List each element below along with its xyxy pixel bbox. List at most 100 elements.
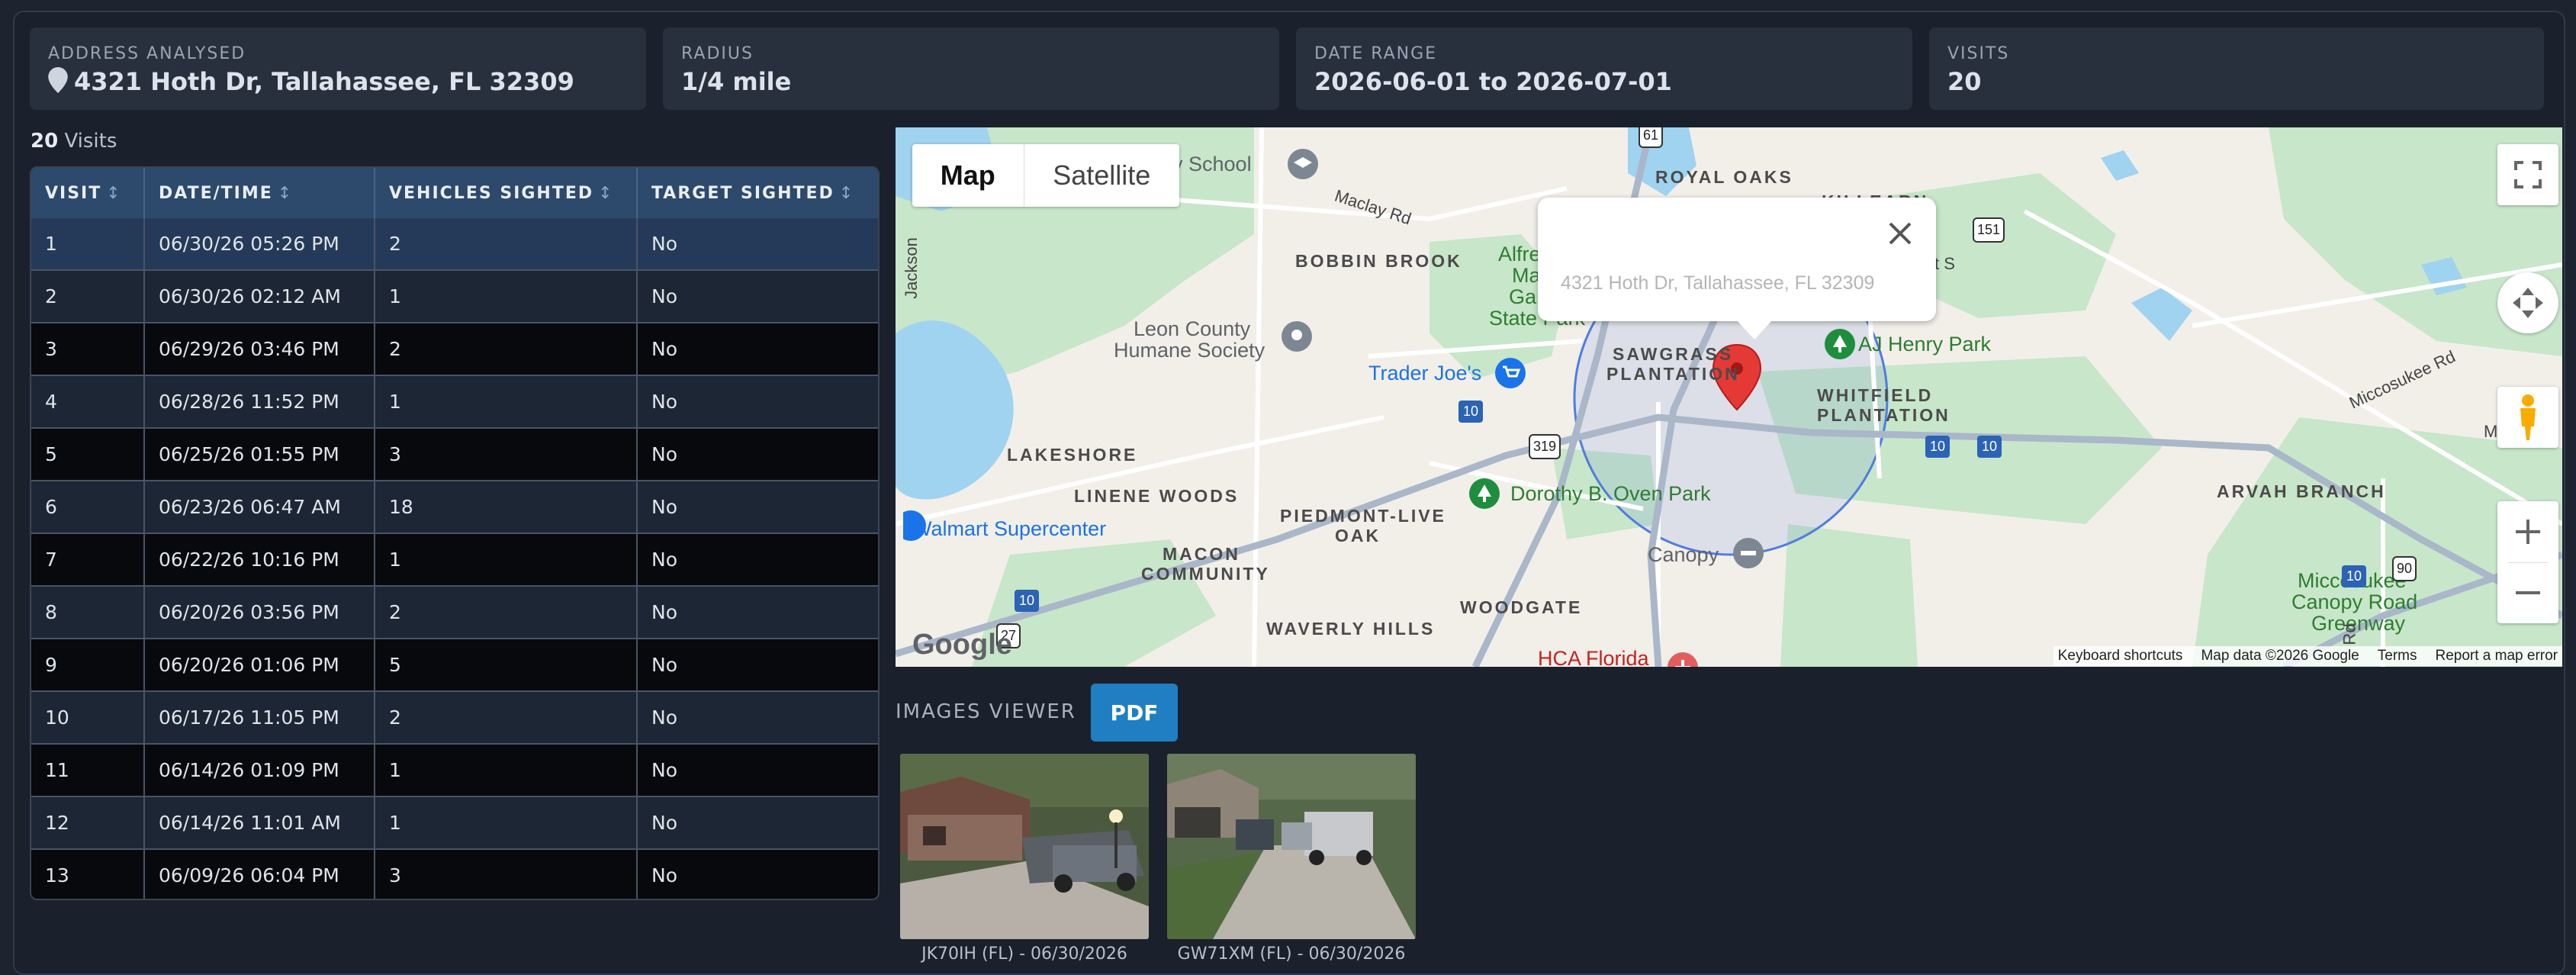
table-row[interactable]: 10 06/17/26 11:05 PM 2 No [31,691,878,745]
sort-icon: ↕ [277,183,294,203]
zoom-in-button[interactable] [2497,501,2558,562]
table-row[interactable]: 5 06/25/26 01:55 PM 3 No [31,428,878,481]
cell-datetime: 06/20/26 01:06 PM [144,639,375,692]
shopping-icon [903,510,926,541]
table-row[interactable]: 13 06/09/26 06:04 PM 3 No [31,849,878,899]
street-view-pegman[interactable] [2497,387,2558,448]
table-row[interactable]: 6 06/23/26 06:47 AM 18 No [31,481,878,534]
cell-target: No [637,533,878,587]
shopping-cart-icon [1495,358,1526,388]
cell-vehicles: 3 [375,428,638,481]
map-pin-icon [48,67,68,93]
address-label: ADDRESS ANALYSED [48,44,246,63]
map-label-piedmont: PIEDMONT-LIVE [1280,506,1446,526]
map-label-oak: OAK [1335,526,1381,545]
image-caption: JK70IH (FL) - 06/30/2026 [921,944,1127,964]
cell-target: No [637,323,878,376]
cell-vehicles: 5 [375,639,638,692]
cell-target: No [637,270,878,323]
map-poi-aj-henry-park: AJ Henry Park [1858,333,1992,356]
info-window: 4321 Hoth Dr, Tallahassee, FL 32309 [1538,198,1936,339]
cell-visit: 9 [31,639,145,692]
sort-icon: ↕ [106,183,122,203]
table-row[interactable]: 9 06/20/26 01:06 PM 5 No [31,639,878,692]
cell-vehicles: 3 [375,849,638,899]
table-row[interactable]: 12 06/14/26 11:01 AM 1 No [31,796,878,850]
column-header-target[interactable]: TARGET SIGHTED ↕ [637,168,878,218]
pdf-button[interactable]: PDF [1091,684,1178,742]
cell-target: No [637,586,878,639]
cell-visit: 6 [31,481,145,534]
column-header-label: VISIT [45,183,102,203]
cell-visit: 4 [31,375,145,429]
radius-value: 1/4 mile [681,67,792,96]
visits-value: 20 [1947,67,1982,96]
map-road-st: t S [1934,254,1955,273]
map-type-satellite-button[interactable]: Satellite [1024,144,1179,207]
map-poi-walmart: Walmart Supercenter [912,517,1107,540]
cell-target: No [637,481,878,534]
cell-target: No [637,375,878,429]
map-type-map-button[interactable]: Map [912,144,1024,207]
table-header-row: VISIT ↕ DATE/TIME ↕ VEHICLES SIGHTED ↕ TARG… [31,168,878,218]
map-label-community: COMMUNITY [1141,564,1270,584]
column-header-label: TARGET SIGHTED [651,183,835,203]
report-map-error-link[interactable]: Report a map error [2435,648,2558,664]
table-row[interactable]: 2 06/30/26 02:12 AM 1 No [31,270,878,323]
table-row[interactable]: 8 06/20/26 03:56 PM 2 No [31,586,878,639]
cell-vehicles: 1 [375,744,638,797]
state-route-shield: 151 [1973,217,2005,243]
map-label-whitfield-plantation: PLANTATION [1817,405,1950,425]
cell-visit: 5 [31,428,145,481]
terms-link[interactable]: Terms [2378,648,2417,664]
cell-datetime: 06/14/26 01:09 PM [144,744,375,797]
date-range-card: DATE RANGE 2026-06-01 to 2026-07-01 [1296,27,1912,110]
info-window-address: 4321 Hoth Dr, Tallahassee, FL 32309 [1561,272,1875,294]
cell-datetime: 06/23/26 06:47 AM [144,481,375,534]
map-label-linene-woods: LINENE WOODS [1074,486,1240,506]
cell-vehicles: 1 [375,533,638,587]
map-poi-hca-florida: HCA Florida [1538,647,1649,668]
date-range-label: DATE RANGE [1314,44,1438,63]
map-view[interactable]: ROYAL OAKS KILLEARN BOBBIN BROOK SAWGRAS… [896,127,2562,667]
map-poi-miccosukee-2: Canopy Road [2291,590,2418,613]
camera-control-button[interactable] [2497,272,2558,333]
state-route-shield: 61 [1639,127,1664,148]
map-poi-humane-1: Leon County [1134,317,1251,340]
image-thumbnail[interactable] [1167,754,1416,939]
fullscreen-button[interactable] [2497,144,2558,205]
visits-count-number: 20 [31,130,59,153]
cell-target: No [637,796,878,850]
cell-target: No [637,691,878,745]
sort-icon: ↕ [838,183,855,203]
close-button[interactable] [1887,220,1913,249]
cell-visit: 13 [31,849,145,899]
zoom-out-button[interactable] [2497,562,2558,623]
column-header-visit[interactable]: VISIT ↕ [31,168,145,218]
zoom-control [2497,501,2558,623]
map-label-macon: MACON [1163,544,1240,564]
table-row[interactable]: 1 06/30/26 05:26 PM 2 No [31,218,878,271]
table-row[interactable]: 3 06/29/26 03:46 PM 2 No [31,323,878,376]
cell-visit: 11 [31,744,145,797]
cell-visit: 1 [31,218,145,271]
minus-icon [2516,591,2540,594]
cell-target: No [637,218,878,271]
map-label-waverly-hills: WAVERLY HILLS [1266,619,1436,639]
interstate-shield: 10 [1458,401,1484,423]
column-header-vehicles[interactable]: VEHICLES SIGHTED ↕ [375,168,638,218]
cell-datetime: 06/28/26 11:52 PM [144,375,375,429]
table-row[interactable]: 11 06/14/26 01:09 PM 1 No [31,744,878,797]
image-thumbnail[interactable] [900,754,1149,939]
interstate-shield: 10 [2342,565,2367,587]
keyboard-shortcuts-link[interactable]: Keyboard shortcuts [2058,648,2183,664]
image-caption: GW71XM (FL) - 06/30/2026 [1177,944,1406,964]
map-label-arvah-branch: ARVAH BRANCH [2217,481,2386,501]
map-attribution: Keyboard shortcuts Map data ©2026 Google… [2053,646,2562,666]
map-poi-canopy: Canopy [1648,543,1719,566]
map-poi-humane-2: Humane Society [1114,339,1265,362]
table-row[interactable]: 4 06/28/26 11:52 PM 1 No [31,375,878,429]
column-header-datetime[interactable]: DATE/TIME ↕ [144,168,375,218]
visits-card: VISITS 20 [1929,27,2544,110]
table-row[interactable]: 7 06/22/26 10:16 PM 1 No [31,533,878,587]
